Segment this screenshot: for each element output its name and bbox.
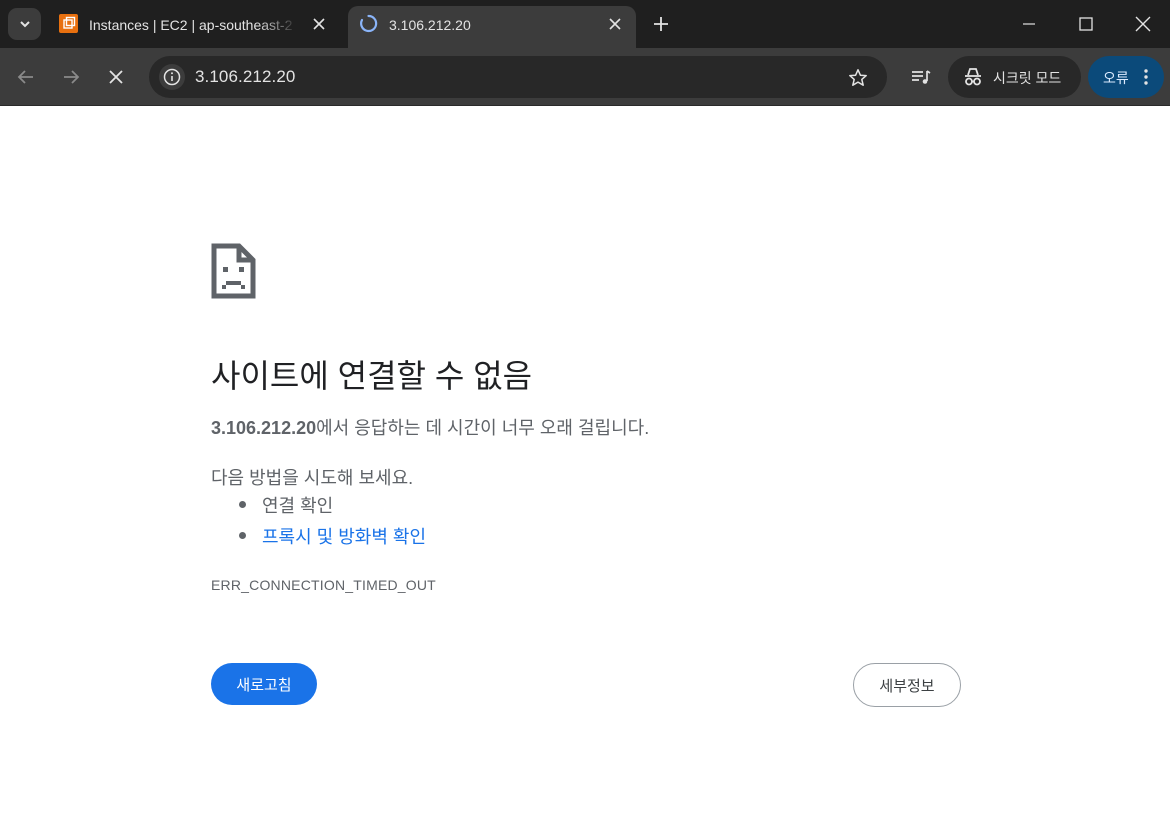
suggestions-list: 연결 확인 프록시 및 방화벽 확인: [237, 492, 426, 554]
url-text[interactable]: 3.106.212.20: [195, 67, 295, 87]
tab-title: Instances | EC2 | ap-southeast-2: [89, 17, 293, 33]
back-button[interactable]: [12, 63, 40, 91]
reload-button[interactable]: 새로고침: [211, 663, 317, 705]
aws-ec2-icon: [59, 14, 78, 33]
error-description-text: 에서 응답하는 데 시간이 너무 오래 걸립니다.: [316, 418, 650, 438]
details-button[interactable]: 세부정보: [853, 663, 961, 707]
more-menu-icon[interactable]: [1139, 65, 1153, 89]
error-label: 오류: [1103, 70, 1129, 86]
sad-page-icon: [211, 243, 256, 299]
suggestion-check-connection: 연결 확인: [237, 492, 426, 523]
incognito-label: 시크릿 모드: [993, 70, 1062, 86]
browser-toolbar: 3.106.212.20 시크릿 모드 오류: [0, 48, 1170, 106]
error-description: 3.106.212.20에서 응답하는 데 시간이 너무 오래 걸립니다.: [211, 414, 649, 440]
arrow-left-icon: [17, 70, 33, 84]
address-bar[interactable]: 3.106.212.20: [149, 56, 887, 98]
chevron-down-icon: [19, 21, 30, 28]
tab-strip: Instances | EC2 | ap-southeast-2 3.106.2…: [0, 0, 1170, 48]
maximize-button[interactable]: [1072, 10, 1100, 38]
forward-button[interactable]: [57, 63, 85, 91]
tab-current[interactable]: 3.106.212.20: [348, 6, 636, 48]
bookmark-star-button[interactable]: [847, 67, 869, 89]
plus-icon: [654, 17, 668, 31]
media-controls-button[interactable]: [907, 63, 935, 91]
tab-title: 3.106.212.20: [389, 17, 471, 33]
close-tab-icon[interactable]: [310, 15, 328, 33]
suggestion-check-proxy-firewall-link[interactable]: 프록시 및 방화벽 확인: [237, 523, 426, 554]
error-code: ERR_CONNECTION_TIMED_OUT: [211, 577, 436, 593]
profile-error-button[interactable]: 오류: [1088, 56, 1164, 98]
tab-ec2-instances[interactable]: Instances | EC2 | ap-southeast-2: [48, 6, 340, 48]
playlist-music-icon: [912, 70, 931, 84]
maximize-icon: [1079, 17, 1093, 31]
error-heading: 사이트에 연결할 수 없음: [211, 358, 533, 394]
tab-search-button[interactable]: [8, 8, 41, 40]
stop-loading-button[interactable]: [102, 63, 130, 91]
error-host: 3.106.212.20: [211, 418, 317, 438]
new-tab-button[interactable]: [648, 11, 674, 37]
close-icon: [109, 70, 123, 84]
site-info-button[interactable]: [159, 64, 185, 90]
arrow-right-icon: [64, 70, 80, 84]
close-window-button[interactable]: [1129, 10, 1157, 38]
incognito-icon: [965, 68, 981, 86]
info-icon: [163, 68, 181, 86]
error-page: 사이트에 연결할 수 없음 3.106.212.20에서 응답하는 데 시간이 …: [0, 106, 1170, 820]
close-tab-icon[interactable]: [606, 15, 624, 33]
close-icon: [1135, 16, 1151, 32]
minimize-button[interactable]: [1015, 10, 1043, 38]
suggestions-intro: 다음 방법을 시도해 보세요.: [211, 468, 414, 488]
loading-spinner-icon: [360, 14, 378, 33]
star-icon: [849, 69, 867, 86]
incognito-indicator[interactable]: 시크릿 모드: [948, 56, 1081, 98]
minimize-icon: [1023, 23, 1035, 25]
